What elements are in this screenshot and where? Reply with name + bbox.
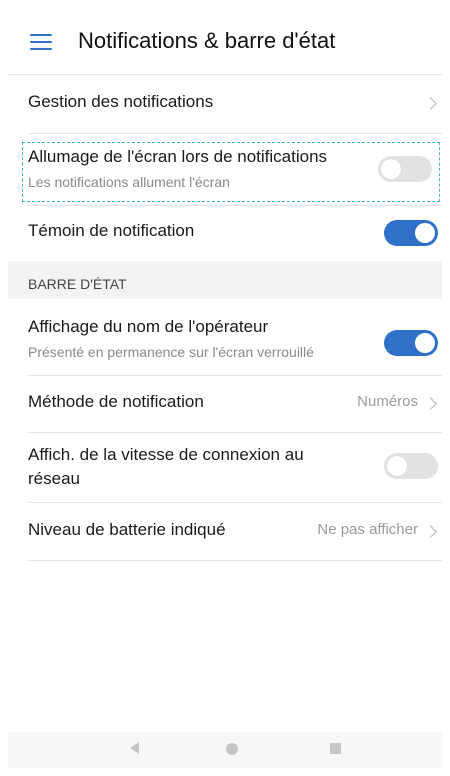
back-icon[interactable] <box>130 742 139 754</box>
row-title: Témoin de notification <box>28 221 195 240</box>
home-icon[interactable] <box>226 743 238 755</box>
row-subtitle: Les notifications allument l'écran <box>28 174 230 190</box>
row-temoin-notification[interactable]: Témoin de notification <box>8 206 442 261</box>
temoin-toggle[interactable] <box>384 220 438 246</box>
row-title-line2: réseau <box>28 469 80 488</box>
row-title: Niveau de batterie indiqué <box>28 520 226 539</box>
system-nav-bar <box>8 732 442 768</box>
toggle-knob <box>381 159 401 179</box>
row-allumage-ecran[interactable]: Allumage de l'écran lors de notification… <box>8 134 442 204</box>
row-subtitle: Présenté en permanence sur l'écran verro… <box>28 344 314 360</box>
allumage-toggle[interactable] <box>378 156 432 182</box>
row-methode-notification[interactable]: Méthode de notification Numéros <box>8 376 442 431</box>
page-title: Notifications & barre d'état <box>78 28 336 53</box>
row-value: Numéros <box>357 393 418 410</box>
recent-apps-icon[interactable] <box>330 743 341 754</box>
chevron-right-icon <box>424 97 437 110</box>
row-title: Affichage du nom de l'opérateur <box>28 317 269 336</box>
row-title: Méthode de notification <box>28 392 204 411</box>
operateur-toggle[interactable] <box>384 330 438 356</box>
chevron-right-icon <box>424 525 437 538</box>
row-title: Allumage de l'écran lors de notification… <box>28 147 328 166</box>
row-divider <box>28 560 442 561</box>
row-value: Ne pas afficher <box>317 521 418 538</box>
vitesse-toggle[interactable] <box>384 453 438 479</box>
row-gestion-notifications[interactable]: Gestion des notifications <box>8 75 442 132</box>
chevron-right-icon <box>424 397 437 410</box>
settings-screen: Notifications & barre d'état Gestion des… <box>8 8 442 768</box>
row-vitesse-connexion[interactable]: Affich. de la vitesse de connexion au ré… <box>8 433 442 502</box>
row-niveau-batterie[interactable]: Niveau de batterie indiqué Ne pas affich… <box>8 503 442 560</box>
toggle-knob <box>415 223 435 243</box>
toggle-knob <box>415 333 435 353</box>
app-bar: Notifications & barre d'état <box>8 8 442 74</box>
row-nom-operateur[interactable]: Affichage du nom de l'opérateur Présenté… <box>8 300 442 375</box>
toggle-knob <box>387 456 407 476</box>
row-title: Gestion des notifications <box>28 92 214 111</box>
hamburger-menu-icon[interactable] <box>30 34 52 50</box>
section-header: BARRE D'ÉTAT <box>28 276 127 292</box>
row-title-line1: Affich. de la vitesse de connexion au <box>28 445 304 464</box>
